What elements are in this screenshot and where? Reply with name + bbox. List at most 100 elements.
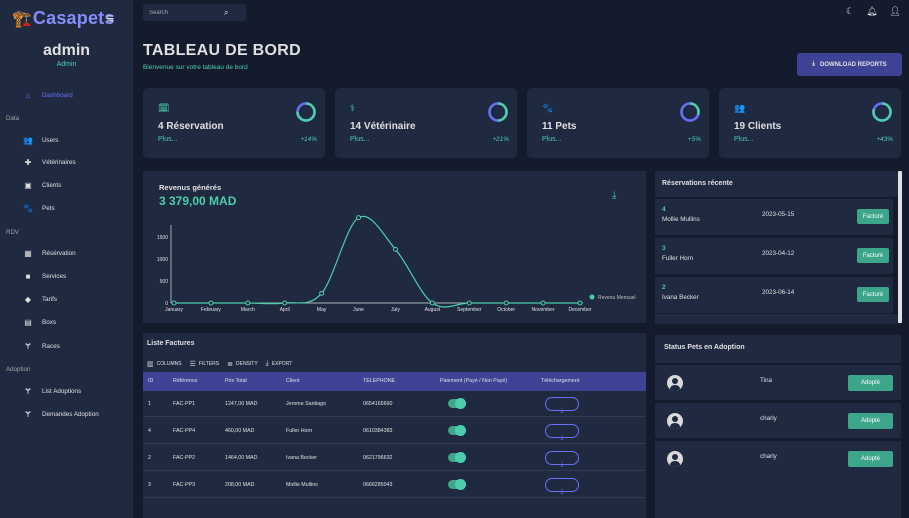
status-badge: Facturé xyxy=(857,287,889,302)
stat-card-clients: 👥 19 Clients Plus... +43% xyxy=(719,88,901,158)
list-item[interactable]: 3 Fuller Horn 2023-04-12 Facturé xyxy=(655,236,893,274)
stat-percent: +43% xyxy=(876,136,893,143)
stat-title: 11 Pets xyxy=(542,121,577,132)
stat-subtitle[interactable]: Plus... xyxy=(158,136,177,143)
adoption-footer xyxy=(655,476,901,518)
list-item[interactable]: Tina Adopté xyxy=(655,363,901,400)
cell-client: Jerome Santiago xyxy=(286,401,327,407)
y-tick-label: 1000 xyxy=(157,257,168,263)
x-tick-label: January xyxy=(165,307,183,313)
data-point xyxy=(503,300,509,306)
cell-prix: 1247,00 MAD xyxy=(225,401,258,407)
column-header[interactable]: Référence xyxy=(173,372,197,391)
sidebar-item-reservation[interactable]: ▦ Résérvation xyxy=(22,247,75,259)
download-invoice-button[interactable]: ⤓ xyxy=(545,424,579,441)
payment-toggle[interactable] xyxy=(448,452,466,463)
list-item[interactable]: charly Adopté xyxy=(655,439,901,476)
export-button[interactable]: ⤓ EXPORT xyxy=(266,360,293,368)
scrollbar[interactable] xyxy=(898,171,902,323)
status-badge: Adopté xyxy=(848,451,893,467)
x-tick-label: December xyxy=(568,307,591,313)
progress-ring xyxy=(680,102,700,122)
search-input[interactable] xyxy=(149,9,224,16)
cell-id: 2 xyxy=(148,455,151,461)
home-icon: ⌂ xyxy=(25,90,31,100)
notifications-icon[interactable]: 🔔︎ xyxy=(866,6,877,17)
column-header[interactable]: Paiement (Payé / Non Payé) xyxy=(440,372,507,391)
column-header[interactable]: TELEPHONE xyxy=(363,372,395,391)
dna-icon: Ɏ xyxy=(25,341,31,351)
payment-toggle[interactable] xyxy=(448,398,466,409)
sidebar-item-users[interactable]: 👥 Users xyxy=(22,134,58,146)
sidebar-item-pets[interactable]: 🐾 Pets xyxy=(22,202,55,214)
stat-subtitle[interactable]: Plus... xyxy=(542,136,561,143)
list-item[interactable]: 4 Mollie Mullins 2023-05-15 Facturé xyxy=(655,197,893,235)
column-header[interactable]: Téléchargement xyxy=(541,372,579,391)
stat-subtitle[interactable]: Plus... xyxy=(734,136,753,143)
sidebar-item-label: Users xyxy=(42,136,59,144)
menu-icon[interactable]: ≡ xyxy=(106,10,114,26)
density-button[interactable]: ≣ DENSITY xyxy=(227,360,258,368)
x-tick-label: June xyxy=(353,307,364,313)
revenue-title: Revenus générés xyxy=(159,183,222,192)
sidebar-item-label: Boxs xyxy=(42,318,56,326)
theme-toggle-icon[interactable]: ☾ xyxy=(846,6,854,17)
stat-card-veterinaire: ⚕ 14 Vétérinaire Plus... +21% xyxy=(335,88,517,158)
list-item[interactable]: charly Adopté xyxy=(655,401,901,438)
cell-ref: FAC-PP1 xyxy=(173,401,196,407)
table-row[interactable]: 4 FAC-PP4 460,00 MAD Fuller Horn 0610384… xyxy=(143,418,646,444)
sidebar-item-list-adoptions[interactable]: Ɏ List Adoptions xyxy=(22,385,81,397)
download-invoice-button[interactable]: ⤓ xyxy=(545,397,579,414)
table-row[interactable]: 2 FAC-PP2 1464,00 MAD Ivana Becker 06217… xyxy=(143,445,646,471)
column-header[interactable]: Prix Total xyxy=(225,372,247,391)
download-invoice-button[interactable]: ⤓ xyxy=(545,478,579,495)
series-line xyxy=(173,215,580,308)
stat-subtitle[interactable]: Plus... xyxy=(350,136,369,143)
search-icon[interactable]: ⌕ xyxy=(224,8,228,18)
column-header[interactable]: Client xyxy=(286,372,300,391)
table-row[interactable]: 3 FAC-PP3 208,00 MAD Mollie Mullins 0666… xyxy=(143,472,646,498)
download-reports-button[interactable]: ⤓ DOWNLOAD REPORTS xyxy=(797,53,902,76)
people-icon: 👥 xyxy=(23,135,33,145)
list-item[interactable]: 2 Ivana Becker 2023-06-14 Facturé xyxy=(655,275,893,313)
sidebar-item-demandes-adoption[interactable]: Ɏ Demandes Adoption xyxy=(22,408,98,420)
filters-button[interactable]: ☰ FILTERS xyxy=(190,360,219,368)
profile-icon[interactable]: 👤︎ xyxy=(890,6,901,17)
pet-name: charly xyxy=(760,453,777,460)
sidebar-item-boxs[interactable]: ▤ Boxs xyxy=(22,316,56,328)
table-row[interactable]: 1 FAC-PP1 1247,00 MAD Jerome Santiago 06… xyxy=(143,391,646,417)
topbar-icons: ☾ 🔔︎ 👤︎ xyxy=(846,6,901,17)
column-header[interactable]: ID xyxy=(148,372,153,391)
sidebar-item-services[interactable]: ■ Services xyxy=(22,270,67,282)
download-icon: ⤓ xyxy=(560,488,564,495)
data-point xyxy=(282,300,288,306)
cell-tel: 0654165660 xyxy=(363,401,393,407)
columns-button[interactable]: ▥ COLUMNS xyxy=(147,360,182,368)
sidebar-item-veterinaires[interactable]: ✚ Vétérinaires xyxy=(22,156,76,168)
columns-icon: ▥ xyxy=(147,361,154,368)
search-bar: ⌕ xyxy=(143,4,246,21)
payment-toggle[interactable] xyxy=(448,479,466,490)
revenue-chart: 050010001500January February March April May… xyxy=(157,215,636,313)
sidebar-item-tarifs[interactable]: ◆ Tarifs xyxy=(22,293,57,305)
density-icon: ≣ xyxy=(227,361,233,368)
sidebar-item-clients[interactable]: ▣ Clients xyxy=(22,179,61,191)
paw-icon: 🐾 xyxy=(23,203,33,213)
cell-prix: 208,00 MAD xyxy=(225,482,255,488)
cell-ref: FAC-PP2 xyxy=(173,455,196,461)
download-icon[interactable]: ⤓ xyxy=(612,190,616,201)
stat-percent: +5% xyxy=(687,136,701,143)
download-invoice-button[interactable]: ⤓ xyxy=(545,451,579,468)
x-tick-label: July xyxy=(391,307,400,313)
box-icon: ▤ xyxy=(24,317,32,327)
sidebar-item-dashboard[interactable]: ⌂ Dashboard xyxy=(22,89,73,101)
stat-card-pets: 🐾 11 Pets Plus... +5% xyxy=(527,88,709,158)
payment-toggle[interactable] xyxy=(448,425,466,436)
cell-prix: 1464,00 MAD xyxy=(225,455,258,461)
x-tick-label: May xyxy=(317,307,327,313)
stat-title: 4 Réservation xyxy=(158,121,224,132)
app-logo[interactable]: 🏗️ Casapets xyxy=(12,8,115,29)
reservations-title: Réservations récente xyxy=(662,180,733,187)
sidebar-item-races[interactable]: Ɏ Races xyxy=(22,340,60,352)
export-label: EXPORT xyxy=(271,361,293,367)
